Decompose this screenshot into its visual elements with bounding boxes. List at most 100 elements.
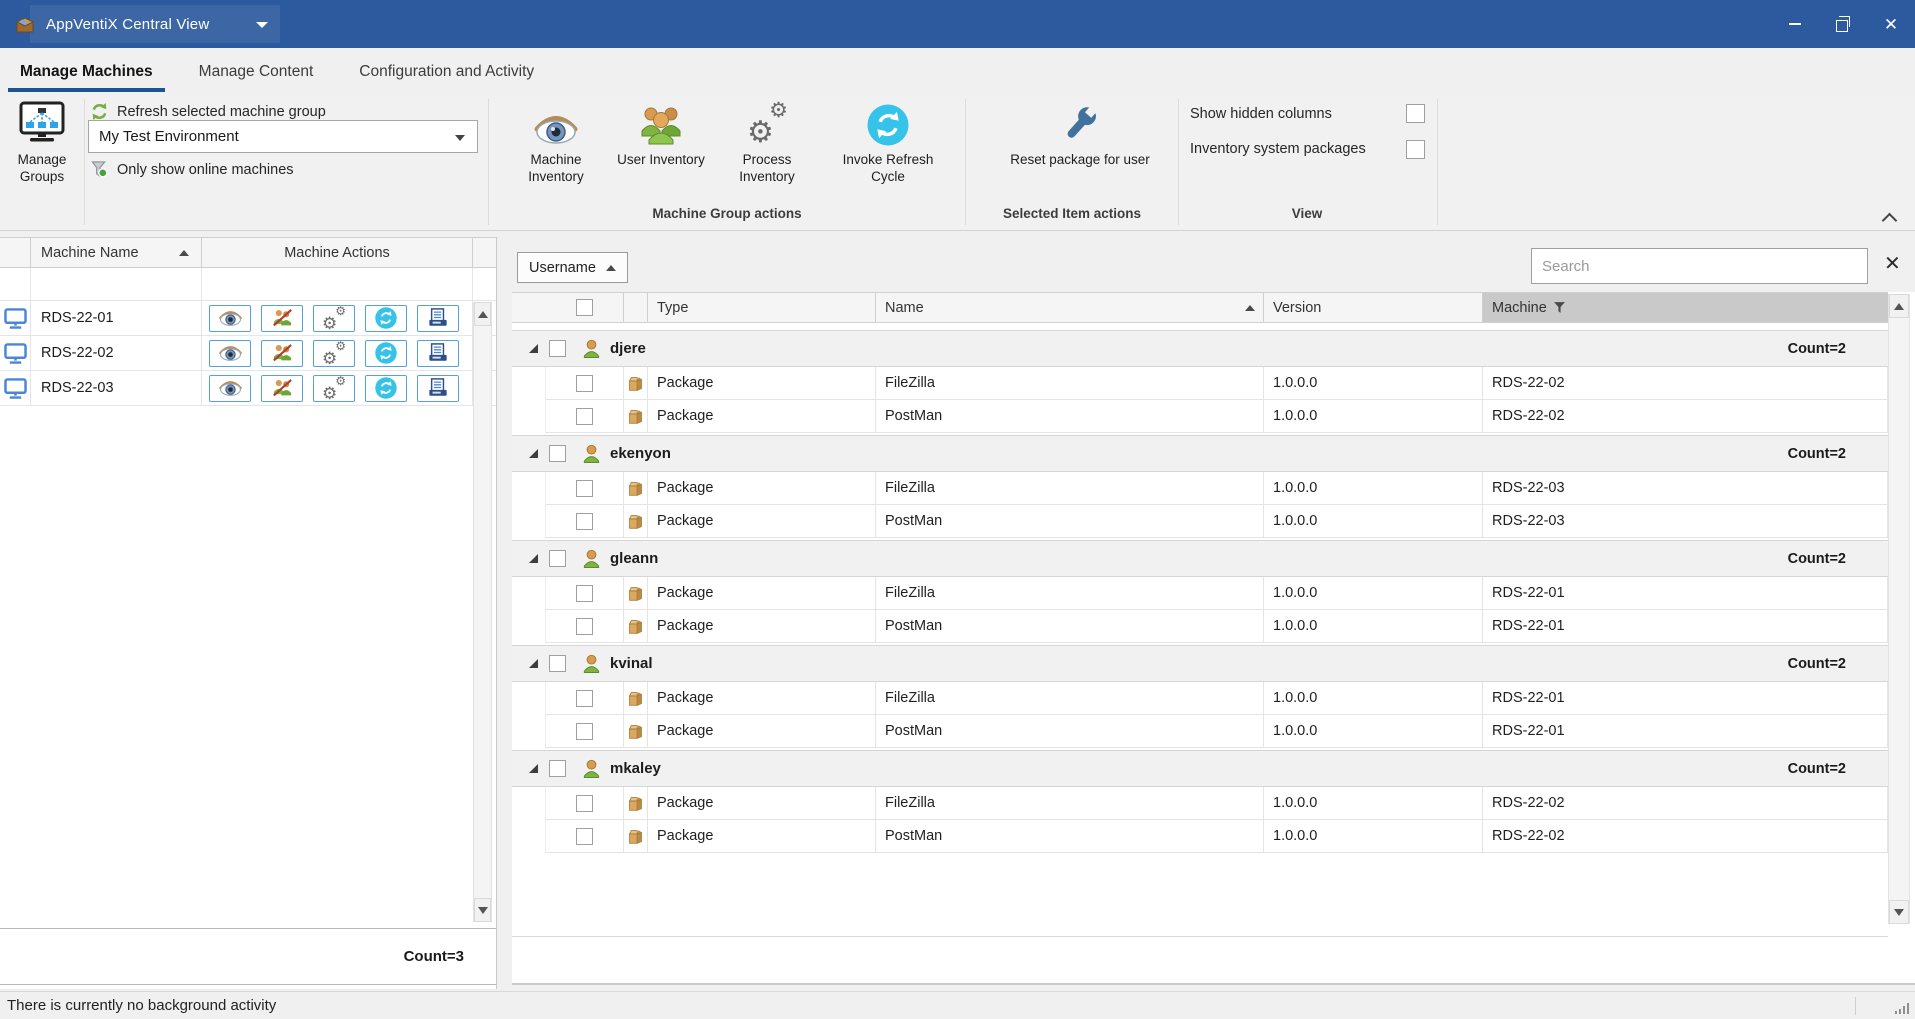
restore-button[interactable] (1819, 0, 1867, 48)
machine-inventory-action-button[interactable] (209, 375, 251, 402)
collapse-group-icon[interactable] (529, 449, 538, 458)
process-inventory-action-button[interactable]: ⚙⚙ (313, 375, 355, 402)
row-checkbox[interactable] (576, 408, 593, 425)
package-row[interactable]: Package PostMan 1.0.0.0 RDS-22-03 (512, 505, 1888, 538)
package-row[interactable]: Package PostMan 1.0.0.0 RDS-22-01 (512, 715, 1888, 748)
select-all-checkbox[interactable] (576, 299, 593, 316)
collapse-ribbon-icon[interactable] (1882, 213, 1898, 229)
machine-name-column-header[interactable]: Machine Name (31, 238, 202, 267)
group-checkbox[interactable] (549, 550, 566, 567)
resize-grip[interactable] (1893, 1002, 1909, 1014)
refresh-action-button[interactable] (365, 375, 407, 402)
minimize-button[interactable] (1771, 0, 1819, 48)
refresh-machine-group-button[interactable]: Refresh selected machine group (90, 102, 326, 121)
row-checkbox[interactable] (576, 690, 593, 707)
collapse-group-icon[interactable] (529, 659, 538, 668)
machine-icon-column-header[interactable] (0, 238, 31, 267)
row-checkbox[interactable] (576, 828, 593, 845)
group-row[interactable]: djere Count=2 (512, 330, 1888, 367)
group-by-username-chip[interactable]: Username (517, 252, 628, 283)
type-column-header[interactable]: Type (648, 293, 875, 322)
reset-package-button[interactable]: Reset package for user (1005, 100, 1155, 168)
machine-inventory-action-button[interactable] (209, 305, 251, 332)
process-inventory-action-button[interactable]: ⚙⚙ (313, 305, 355, 332)
inventory-scrollbar[interactable] (1888, 294, 1910, 924)
group-row[interactable]: kvinal Count=2 (512, 645, 1888, 682)
refresh-action-button[interactable] (365, 340, 407, 367)
row-checkbox[interactable] (576, 513, 593, 530)
process-inventory-action-button[interactable]: ⚙⚙ (313, 340, 355, 367)
report-action-button[interactable] (417, 305, 459, 332)
machine-row[interactable]: RDS-22-03 ⚙⚙ (0, 371, 496, 406)
logoff-users-action-button[interactable] (261, 375, 303, 402)
search-input[interactable] (1531, 248, 1868, 284)
filter-funnel-icon[interactable] (1553, 301, 1566, 314)
logoff-users-action-button[interactable] (261, 305, 303, 332)
arrow-up-icon (1894, 303, 1904, 310)
collapse-group-icon[interactable] (529, 344, 538, 353)
row-checkbox[interactable] (576, 723, 593, 740)
select-all-column-header[interactable] (545, 293, 623, 322)
machine-group-dropdown[interactable]: My Test Environment (88, 120, 478, 153)
group-row[interactable]: ekenyon Count=2 (512, 435, 1888, 472)
cell-name: FileZilla (875, 787, 1263, 820)
tab-configuration-activity[interactable]: Configuration and Activity (359, 48, 534, 95)
group-checkbox[interactable] (549, 445, 566, 462)
refresh-action-button[interactable] (365, 305, 407, 332)
scroll-down-button[interactable] (1889, 900, 1909, 924)
invoke-refresh-cycle-button[interactable]: Invoke Refresh Cycle (833, 100, 943, 185)
new-row-filter[interactable] (0, 268, 496, 301)
scroll-up-button[interactable] (1889, 294, 1909, 318)
cell-name: FileZilla (875, 682, 1263, 715)
scroll-up-button[interactable] (474, 302, 491, 326)
only-online-toggle[interactable]: Only show online machines (90, 160, 294, 179)
machine-inventory-button[interactable]: Machine Inventory (508, 100, 604, 185)
package-row[interactable]: Package FileZilla 1.0.0.0 RDS-22-01 (512, 577, 1888, 610)
package-row[interactable]: Package PostMan 1.0.0.0 RDS-22-01 (512, 610, 1888, 643)
title-menu-chevron-icon[interactable] (256, 22, 268, 28)
machine-column-header[interactable]: Machine (1482, 293, 1888, 322)
row-checkbox[interactable] (576, 618, 593, 635)
group-username: gleann (610, 550, 658, 567)
row-checkbox[interactable] (576, 585, 593, 602)
logoff-users-action-button[interactable] (261, 340, 303, 367)
machine-row[interactable]: RDS-22-02 ⚙⚙ (0, 336, 496, 371)
close-button[interactable]: ✕ (1867, 0, 1915, 48)
icon-column-header[interactable] (623, 293, 648, 322)
package-row[interactable]: Package PostMan 1.0.0.0 RDS-22-02 (512, 400, 1888, 433)
scroll-down-button[interactable] (474, 898, 491, 922)
group-checkbox[interactable] (549, 655, 566, 672)
user-group: ekenyon Count=2 Package FileZilla 1.0.0.… (512, 435, 1888, 538)
machine-row[interactable]: RDS-22-01 ⚙⚙ (0, 301, 496, 336)
cell-type: Package (648, 715, 875, 748)
machine-actions-column-header[interactable]: Machine Actions (202, 238, 473, 267)
version-column-header[interactable]: Version (1263, 293, 1482, 322)
machine-inventory-action-button[interactable] (209, 340, 251, 367)
tab-manage-content[interactable]: Manage Content (199, 48, 314, 95)
inventory-system-packages-checkbox[interactable] (1406, 140, 1425, 159)
row-checkbox[interactable] (576, 375, 593, 392)
group-checkbox[interactable] (549, 760, 566, 777)
package-row[interactable]: Package FileZilla 1.0.0.0 RDS-22-03 (512, 472, 1888, 505)
process-inventory-button[interactable]: ⚙⚙ Process Inventory (719, 100, 815, 185)
collapse-group-icon[interactable] (529, 554, 538, 563)
row-checkbox[interactable] (576, 795, 593, 812)
row-checkbox[interactable] (576, 480, 593, 497)
name-column-header[interactable]: Name (875, 293, 1263, 322)
show-hidden-columns-checkbox[interactable] (1406, 104, 1425, 123)
tab-manage-machines[interactable]: Manage Machines (20, 48, 153, 95)
group-checkbox[interactable] (549, 340, 566, 357)
user-inventory-button[interactable]: User Inventory (613, 100, 709, 168)
package-row[interactable]: Package FileZilla 1.0.0.0 RDS-22-02 (512, 367, 1888, 400)
group-row[interactable]: mkaley Count=2 (512, 750, 1888, 787)
collapse-group-icon[interactable] (529, 764, 538, 773)
package-row[interactable]: Package FileZilla 1.0.0.0 RDS-22-02 (512, 787, 1888, 820)
report-action-button[interactable] (417, 340, 459, 367)
report-action-button[interactable] (417, 375, 459, 402)
clear-search-icon[interactable]: ✕ (1884, 251, 1901, 276)
group-row[interactable]: gleann Count=2 (512, 540, 1888, 577)
manage-groups-button[interactable]: Manage Groups (6, 100, 78, 185)
package-row[interactable]: Package PostMan 1.0.0.0 RDS-22-02 (512, 820, 1888, 853)
package-row[interactable]: Package FileZilla 1.0.0.0 RDS-22-01 (512, 682, 1888, 715)
machines-scrollbar[interactable] (473, 302, 492, 922)
